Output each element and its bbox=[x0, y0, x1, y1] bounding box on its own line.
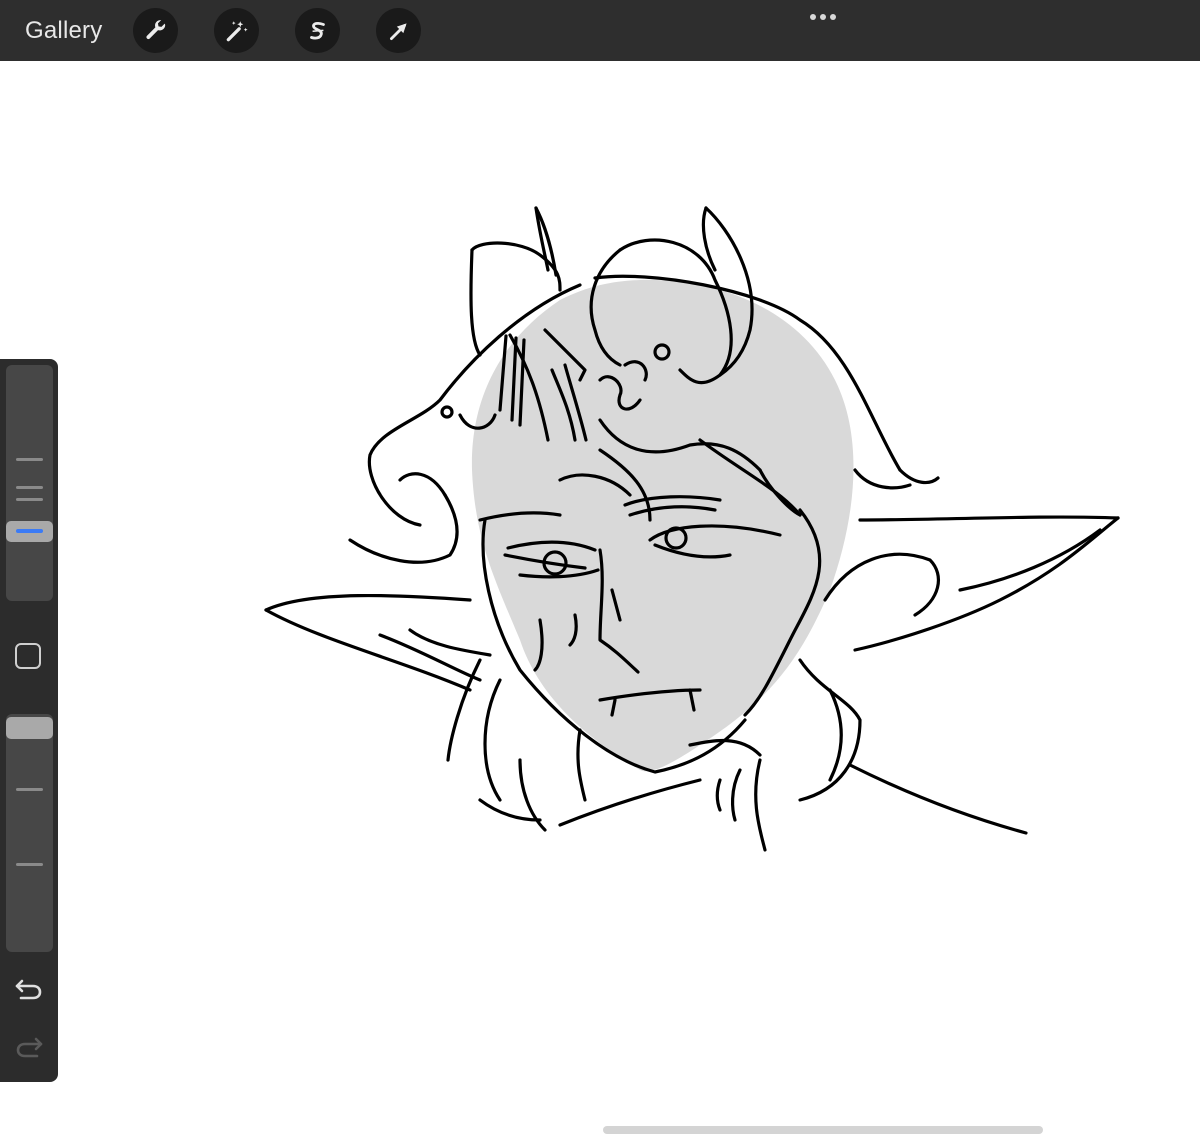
redo-arrow-icon bbox=[16, 1037, 43, 1058]
brush-size-indicator bbox=[16, 529, 43, 533]
more-dots-icon[interactable] bbox=[804, 10, 842, 24]
opacity-thumb[interactable] bbox=[6, 717, 53, 739]
home-indicator[interactable] bbox=[603, 1126, 1043, 1134]
magic-wand-icon bbox=[226, 20, 248, 41]
redo-button[interactable] bbox=[12, 1031, 46, 1061]
wrench-icon bbox=[145, 19, 165, 39]
slider-tick bbox=[16, 788, 43, 791]
brush-size-slider[interactable] bbox=[6, 365, 53, 601]
arrow-cursor-icon bbox=[389, 22, 407, 40]
drawing-canvas[interactable] bbox=[0, 61, 1200, 1144]
brush-size-thumb[interactable] bbox=[6, 521, 53, 542]
slider-tick bbox=[16, 498, 43, 501]
left-sidebar bbox=[0, 359, 58, 1082]
actions-button[interactable] bbox=[133, 8, 178, 53]
slider-tick bbox=[16, 458, 43, 461]
selection-button[interactable] bbox=[295, 8, 340, 53]
sketch-drawing bbox=[264, 206, 1120, 852]
face-fill bbox=[471, 279, 854, 772]
top-toolbar: Gallery bbox=[0, 0, 1200, 61]
square-outline-icon[interactable] bbox=[15, 643, 41, 669]
undo-button[interactable] bbox=[12, 973, 46, 1003]
opacity-slider[interactable] bbox=[6, 714, 53, 952]
adjustments-button[interactable] bbox=[214, 8, 259, 53]
gallery-button[interactable]: Gallery bbox=[25, 16, 102, 46]
selection-s-icon bbox=[309, 21, 325, 39]
slider-tick bbox=[16, 863, 43, 866]
slider-tick bbox=[16, 486, 43, 489]
undo-arrow-icon bbox=[15, 979, 42, 1000]
transform-button[interactable] bbox=[376, 8, 421, 53]
